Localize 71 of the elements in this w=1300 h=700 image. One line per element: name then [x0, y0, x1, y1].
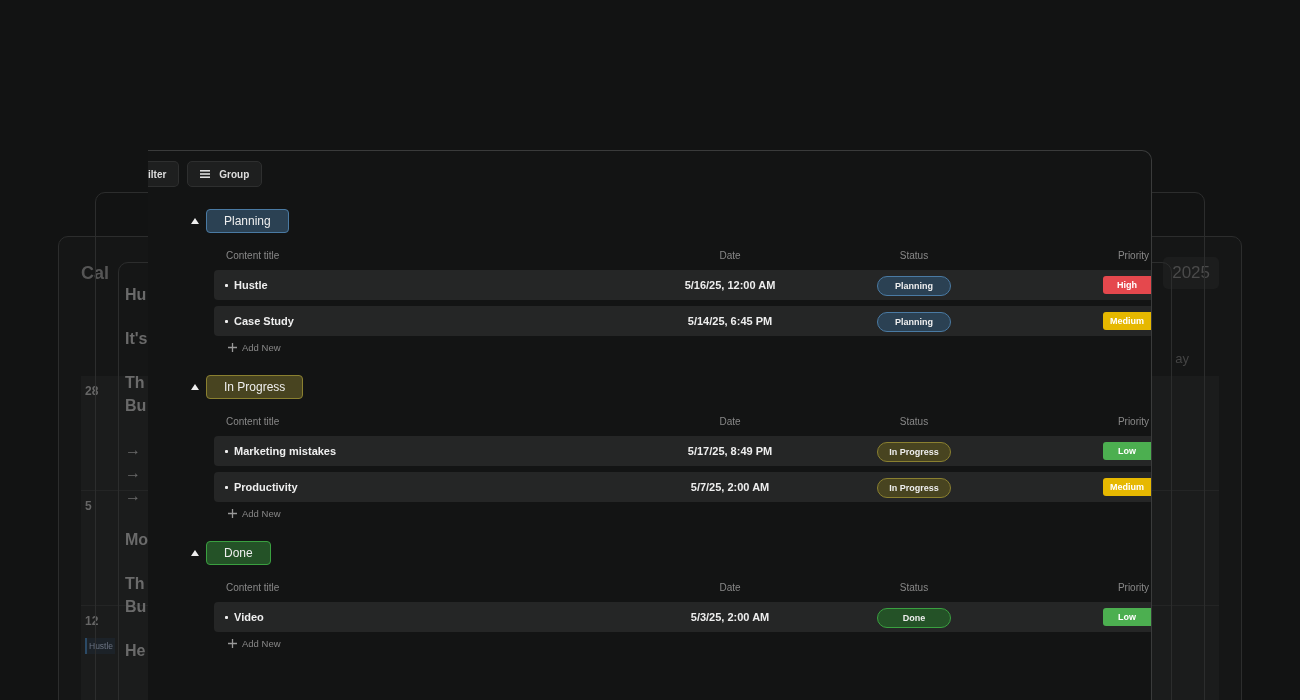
group-button[interactable]: Group: [187, 161, 263, 187]
add-new-button[interactable]: Add New: [228, 638, 281, 649]
status-tag: In Progress: [877, 477, 951, 498]
column-header: Priority: [1116, 249, 1150, 261]
caret-icon[interactable]: [191, 550, 199, 556]
caret-icon[interactable]: [191, 218, 199, 224]
bullet-icon: [225, 283, 228, 287]
priority-tag: Medium: [1103, 478, 1151, 496]
date-cell-text: 5/7/25, 2:00 AM: [689, 481, 771, 493]
status-tag: In Progress: [877, 441, 951, 462]
plus-icon: [228, 343, 237, 352]
table-row[interactable]: Case Study 5/14/25, 6:45 PM Planning Medium: [214, 306, 1151, 336]
date-cell-text: 5/16/25, 12:00 AM: [683, 279, 777, 291]
plus-icon: [228, 639, 237, 648]
status-tag: Planning: [877, 275, 951, 296]
day-number: 5: [85, 499, 92, 513]
column-header: Status: [898, 581, 930, 593]
content-title: Case Study: [234, 315, 294, 327]
content-title: Video: [234, 611, 264, 623]
card-text: Mo: [125, 530, 149, 550]
column-header: Status: [898, 415, 930, 427]
date-cell-text: 5/17/25, 8:49 PM: [686, 445, 774, 457]
card-text: →: [125, 440, 141, 460]
bullet-icon: [225, 319, 228, 323]
column-header: Status: [898, 249, 930, 261]
priority-tag: Low: [1103, 442, 1151, 460]
status-tag: Done: [877, 607, 951, 628]
bullet-icon: [225, 615, 228, 619]
caret-icon[interactable]: [191, 384, 199, 390]
column-header: Date: [718, 415, 742, 427]
group-label: Planning: [206, 209, 289, 233]
filter-button[interactable]: ilter: [148, 161, 180, 187]
content-title: Hustle: [234, 279, 268, 291]
date-cell-text: 5/14/25, 6:45 PM: [686, 315, 774, 327]
card-text: →: [125, 463, 141, 483]
card-text: It's: [125, 329, 148, 349]
status-tag: Planning: [877, 311, 951, 332]
column-header: Content title: [225, 249, 281, 261]
day-number: 28: [85, 384, 99, 398]
card-text: Th: [125, 373, 145, 393]
content-title: Productivity: [234, 481, 298, 493]
column-header: Date: [718, 249, 742, 261]
bullet-icon: [225, 485, 228, 489]
table-row[interactable]: Video 5/3/25, 2:00 AM Done Low: [214, 602, 1151, 632]
group-label: In Progress: [206, 375, 304, 399]
priority-tag: High: [1103, 276, 1151, 294]
add-new-button[interactable]: Add New: [228, 508, 281, 519]
column-header: Priority: [1116, 581, 1150, 593]
calendar-title: Cal: [81, 262, 109, 284]
date-cell-text: 5/3/25, 2:00 AM: [689, 611, 771, 623]
column-header: Content title: [225, 415, 281, 427]
add-new-button[interactable]: Add New: [228, 342, 281, 353]
card-text: Th: [125, 574, 145, 594]
plus-icon: [228, 509, 237, 518]
card-text: Bu: [125, 597, 147, 617]
card-text: Bu: [125, 396, 147, 416]
bullet-icon: [225, 449, 228, 453]
table-row[interactable]: Productivity 5/7/25, 2:00 AM In Progress Medium: [214, 472, 1151, 502]
card-text: →: [125, 486, 141, 506]
priority-tag: Medium: [1103, 312, 1151, 330]
card-text: He: [125, 641, 146, 661]
table-row[interactable]: Hustle 5/16/25, 12:00 AM Planning High: [214, 270, 1151, 300]
table-row[interactable]: Marketing mistakes 5/17/25, 8:49 PM In Progress Low: [214, 436, 1151, 466]
list-icon: [200, 170, 211, 178]
column-header: Content title: [225, 581, 281, 593]
content-title: Marketing mistakes: [234, 445, 337, 457]
column-header: Priority: [1116, 415, 1150, 427]
column-header: Date: [718, 581, 742, 593]
card-text: Hu: [125, 285, 147, 305]
group-label: Done: [206, 541, 271, 565]
priority-tag: Low: [1103, 608, 1151, 626]
